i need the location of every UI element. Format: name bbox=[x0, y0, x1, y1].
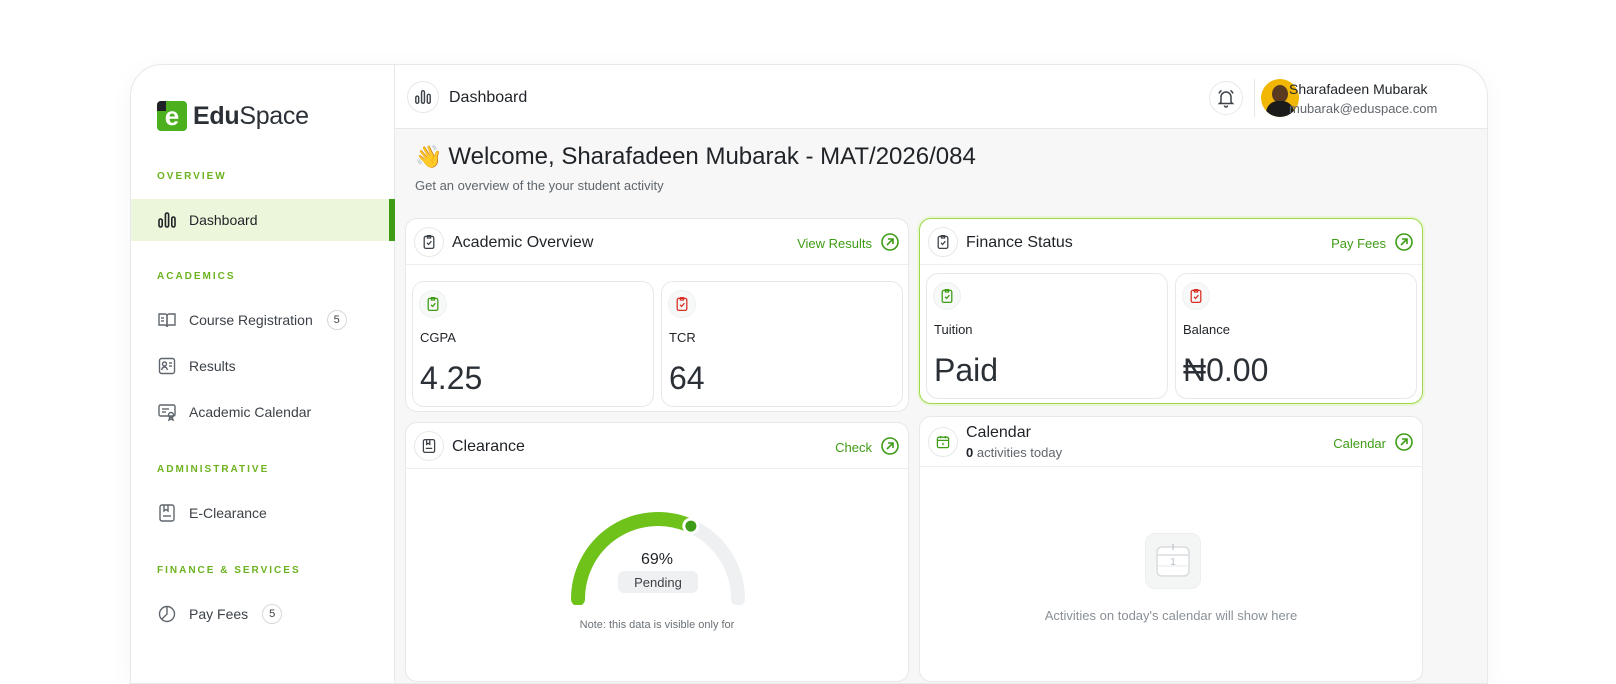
welcome-heading: 👋 Welcome, Sharafadeen Mubarak - MAT/2026… bbox=[415, 143, 976, 171]
certificate-icon bbox=[157, 402, 177, 422]
arrow-up-right-icon bbox=[880, 436, 900, 459]
check-link[interactable]: Check bbox=[835, 436, 900, 459]
sidebar-item-academic-calendar[interactable]: Academic Calendar bbox=[131, 391, 395, 433]
link-label: View Results bbox=[797, 236, 872, 251]
link-label: Pay Fees bbox=[1331, 236, 1386, 251]
link-label: Check bbox=[835, 440, 872, 455]
status-badge: Pending bbox=[618, 571, 698, 593]
sidebar-item-results[interactable]: Results bbox=[131, 345, 395, 387]
arrow-up-right-icon bbox=[880, 232, 900, 255]
sidebar-item-label: Academic Calendar bbox=[189, 404, 312, 420]
nav-section-finance: FINANCE & SERVICES bbox=[157, 565, 301, 576]
sidebar-item-label: Pay Fees bbox=[189, 606, 249, 622]
card-header: Finance Status Pay Fees bbox=[920, 219, 1422, 265]
nav-section-overview: OVERVIEW bbox=[157, 171, 227, 182]
stat-label: TCR bbox=[669, 330, 696, 345]
pay-fees-link[interactable]: Pay Fees bbox=[1331, 232, 1414, 255]
nav-section-academics: ACADEMICS bbox=[157, 271, 236, 282]
sidebar-item-label: Results bbox=[189, 358, 236, 374]
page-icon bbox=[407, 81, 439, 113]
checklist-icon bbox=[414, 227, 444, 257]
cgpa-stat: CGPA 4.25 bbox=[412, 281, 654, 407]
card-title: Clearance bbox=[452, 438, 525, 455]
empty-calendar-day: 1 bbox=[1170, 557, 1176, 568]
brand-name-rest: Space bbox=[239, 101, 309, 130]
sidebar-item-e-clearance[interactable]: E-Clearance bbox=[131, 492, 395, 534]
stat-value: ₦0.00 bbox=[1183, 352, 1269, 388]
empty-calendar-svg: 1 bbox=[1156, 544, 1190, 577]
sidebar-item-label: Dashboard bbox=[189, 212, 258, 228]
stat-label: CGPA bbox=[420, 330, 456, 345]
card-header: Academic Overview View Results bbox=[406, 219, 908, 265]
topbar: Dashboard Sharafadeen Mubarak mubarak@ed… bbox=[395, 65, 1487, 129]
card-header: Calendar 0 activities today Calendar bbox=[920, 417, 1422, 467]
card-title: Finance Status bbox=[966, 234, 1073, 251]
sidebar-item-label: E-Clearance bbox=[189, 505, 267, 521]
nav-section-administrative: ADMINISTRATIVE bbox=[157, 464, 270, 475]
logo-mark: e bbox=[157, 101, 187, 131]
sidebar-item-course-registration[interactable]: Course Registration 5 bbox=[131, 299, 395, 341]
sidebar-item-pay-fees[interactable]: Pay Fees 5 bbox=[131, 593, 395, 635]
checklist-icon bbox=[933, 282, 961, 310]
link-label: Calendar bbox=[1333, 436, 1386, 451]
wave-emoji: 👋 bbox=[415, 144, 443, 169]
clearance-card: Clearance Check 69% Pending Note: this d… bbox=[405, 422, 909, 682]
calendar-icon bbox=[928, 427, 958, 457]
arrow-up-right-icon bbox=[1394, 432, 1414, 455]
bar-chart-icon bbox=[157, 210, 177, 230]
welcome-title: Welcome, Sharafadeen Mubarak - MAT/2026/… bbox=[448, 143, 976, 170]
checklist-icon bbox=[1182, 282, 1210, 310]
empty-state-text: Activities on today's calendar will show… bbox=[1044, 608, 1298, 623]
tuition-stat: Tuition Paid bbox=[926, 273, 1168, 399]
book-open-icon bbox=[157, 310, 177, 330]
gauge-knob bbox=[682, 517, 700, 535]
empty-calendar-icon: 1 bbox=[1145, 533, 1201, 589]
academic-overview-card: Academic Overview View Results CGPA 4.25… bbox=[405, 218, 909, 412]
checklist-icon bbox=[419, 290, 447, 318]
card-header: Clearance Check bbox=[406, 423, 908, 469]
id-card-icon bbox=[157, 356, 177, 376]
welcome-subtitle: Get an overview of the your student acti… bbox=[415, 178, 664, 193]
sidebar: e EduSpace OVERVIEW Dashboard ACADEMICS … bbox=[131, 65, 395, 683]
topbar-divider bbox=[1254, 79, 1255, 117]
bookmark-doc-icon bbox=[157, 503, 177, 523]
pie-chart-icon bbox=[157, 604, 177, 624]
tcr-stat: TCR 64 bbox=[661, 281, 903, 407]
card-title: Calendar bbox=[966, 424, 1031, 441]
card-title: Academic Overview bbox=[452, 234, 594, 251]
brand-logo[interactable]: e EduSpace bbox=[157, 101, 309, 131]
user-email: mubarak@eduspace.com bbox=[1289, 101, 1438, 116]
brand-name: EduSpace bbox=[193, 102, 309, 131]
activities-count-suffix: activities today bbox=[973, 445, 1063, 460]
app-window: e EduSpace OVERVIEW Dashboard ACADEMICS … bbox=[130, 64, 1488, 684]
arrow-up-right-icon bbox=[1394, 232, 1414, 255]
stat-value: Paid bbox=[934, 352, 999, 388]
balance-stat: Balance ₦0.00 bbox=[1175, 273, 1417, 399]
count-badge: 5 bbox=[262, 604, 283, 624]
activities-count: 0 activities today bbox=[966, 445, 1062, 460]
view-results-link[interactable]: View Results bbox=[797, 232, 900, 255]
stat-value: 4.25 bbox=[420, 360, 483, 396]
sidebar-item-dashboard[interactable]: Dashboard bbox=[131, 199, 395, 241]
clearance-note: Note: this data is visible only for bbox=[579, 619, 735, 631]
count-badge: 5 bbox=[326, 310, 347, 330]
page-title: Dashboard bbox=[449, 89, 528, 106]
bookmark-doc-icon bbox=[414, 431, 444, 461]
stat-label: Balance bbox=[1183, 322, 1230, 337]
checklist-icon bbox=[668, 290, 696, 318]
logo-mark-letter: e bbox=[164, 101, 180, 131]
calendar-card: Calendar 0 activities today Calendar 1 A… bbox=[919, 416, 1423, 682]
sidebar-item-label: Course Registration bbox=[189, 312, 313, 328]
finance-status-card: Finance Status Pay Fees Tuition Paid Bal… bbox=[919, 218, 1423, 404]
stat-label: Tuition bbox=[934, 322, 973, 337]
brand-name-bold: Edu bbox=[193, 101, 240, 130]
calendar-link[interactable]: Calendar bbox=[1333, 432, 1414, 455]
checklist-icon bbox=[928, 227, 958, 257]
user-name[interactable]: Sharafadeen Mubarak bbox=[1289, 81, 1439, 97]
notification-bell-icon[interactable] bbox=[1209, 81, 1243, 115]
stat-value: 64 bbox=[669, 360, 705, 396]
gauge-percent: 69% bbox=[640, 551, 674, 568]
